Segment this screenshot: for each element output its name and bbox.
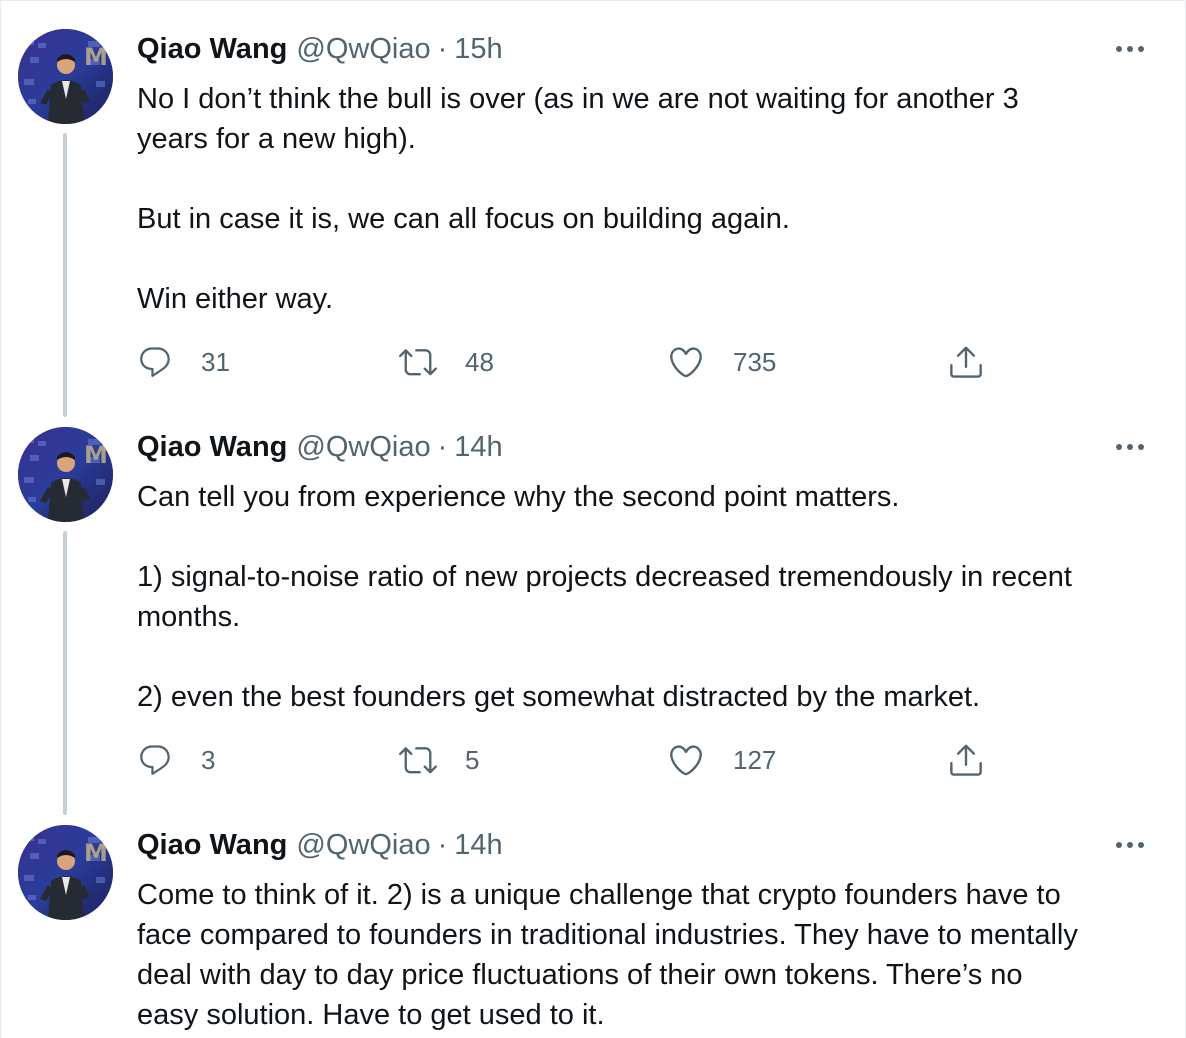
tweet-header: Qiao Wang @QwQiao · 14h [137,427,503,467]
retweet-icon [399,747,437,774]
tweet-line: No I don’t think the bull is over (as in… [137,83,1019,115]
tweet-text: Come to think of it. 2) is a unique chal… [137,875,1157,1035]
like-button[interactable]: 735 [667,342,776,382]
share-button[interactable] [947,342,985,382]
tweet-actions: 3 5 127 [137,740,997,780]
tweet-timestamp[interactable]: 15h [454,29,502,69]
retweet-button[interactable]: 5 [399,740,479,780]
tweet-line: But in case it is, we can all focus on b… [137,203,790,235]
tweet-line: face compared to founders in traditional… [137,919,1078,951]
svg-text:M: M [84,839,108,867]
tweet-actions: 31 48 735 [137,342,997,382]
reply-icon [140,745,170,775]
tweet-timestamp[interactable]: 14h [454,427,502,467]
reply-button[interactable]: 31 [137,342,230,382]
author-name[interactable]: Qiao Wang [137,825,287,865]
tweet-header: Qiao Wang @QwQiao · 14h [137,825,503,865]
more-options-button[interactable] [1113,435,1147,459]
author-handle[interactable]: @QwQiao [296,29,430,69]
separator-dot: · [437,431,448,463]
heart-icon [670,347,702,378]
share-icon [950,346,982,378]
reply-icon [140,347,170,377]
avatar[interactable]: M [18,825,113,920]
svg-text:M: M [84,441,108,469]
tweet-line: 1) signal-to-noise ratio of new projects… [137,561,1072,593]
more-icon [1116,444,1144,450]
heart-icon [670,745,702,776]
more-icon [1116,46,1144,52]
svg-text:M: M [84,43,108,71]
separator-dot: · [437,33,448,65]
avatar-photo-icon: M [18,825,113,920]
like-button[interactable]: 127 [667,740,776,780]
like-count: 127 [733,744,777,775]
tweet-thread: M Qiao Wang @QwQiao · 15h No I don’t thi… [0,0,1186,1038]
share-icon [950,744,982,776]
reply-count: 31 [201,346,230,377]
tweet[interactable]: M Qiao Wang @QwQiao · 14h Come to think … [1,825,1186,1038]
more-icon [1116,842,1144,848]
more-options-button[interactable] [1113,833,1147,857]
avatar-photo-icon: M [18,427,113,522]
author-handle[interactable]: @QwQiao [296,427,430,467]
tweet-line: years for a new high). [137,123,416,155]
retweet-button[interactable]: 48 [399,342,494,382]
retweet-count: 48 [465,346,494,377]
more-options-button[interactable] [1113,37,1147,61]
author-name[interactable]: Qiao Wang [137,427,287,467]
tweet-header: Qiao Wang @QwQiao · 15h [137,29,503,69]
tweet-line: 2) even the best founders get somewhat d… [137,681,981,713]
like-count: 735 [733,346,777,377]
avatar[interactable]: M [18,29,113,124]
tweet[interactable]: M Qiao Wang @QwQiao · 14h Can tell you f… [1,427,1186,797]
author-handle[interactable]: @QwQiao [296,825,430,865]
tweet-line: deal with day to day price fluctuations … [137,959,1023,991]
retweet-icon [399,349,437,376]
tweet-text: No I don’t think the bull is over (as in… [137,79,1157,319]
avatar-photo-icon: M [18,29,113,124]
reply-count: 3 [201,744,216,775]
separator-dot: · [437,829,448,861]
tweet-line: months. [137,601,241,633]
retweet-count: 5 [465,744,480,775]
reply-button[interactable]: 3 [137,740,215,780]
tweet-line: Come to think of it. 2) is a unique chal… [137,879,1061,911]
tweet-line: easy solution. Have to get used to it. [137,999,605,1031]
tweet[interactable]: M Qiao Wang @QwQiao · 15h No I don’t thi… [1,29,1186,399]
author-name[interactable]: Qiao Wang [137,29,287,69]
tweet-timestamp[interactable]: 14h [454,825,502,865]
avatar[interactable]: M [18,427,113,522]
tweet-line: Win either way. [137,283,334,315]
tweet-line: Can tell you from experience why the sec… [137,481,900,513]
tweet-text: Can tell you from experience why the sec… [137,477,1157,717]
share-button[interactable] [947,740,985,780]
